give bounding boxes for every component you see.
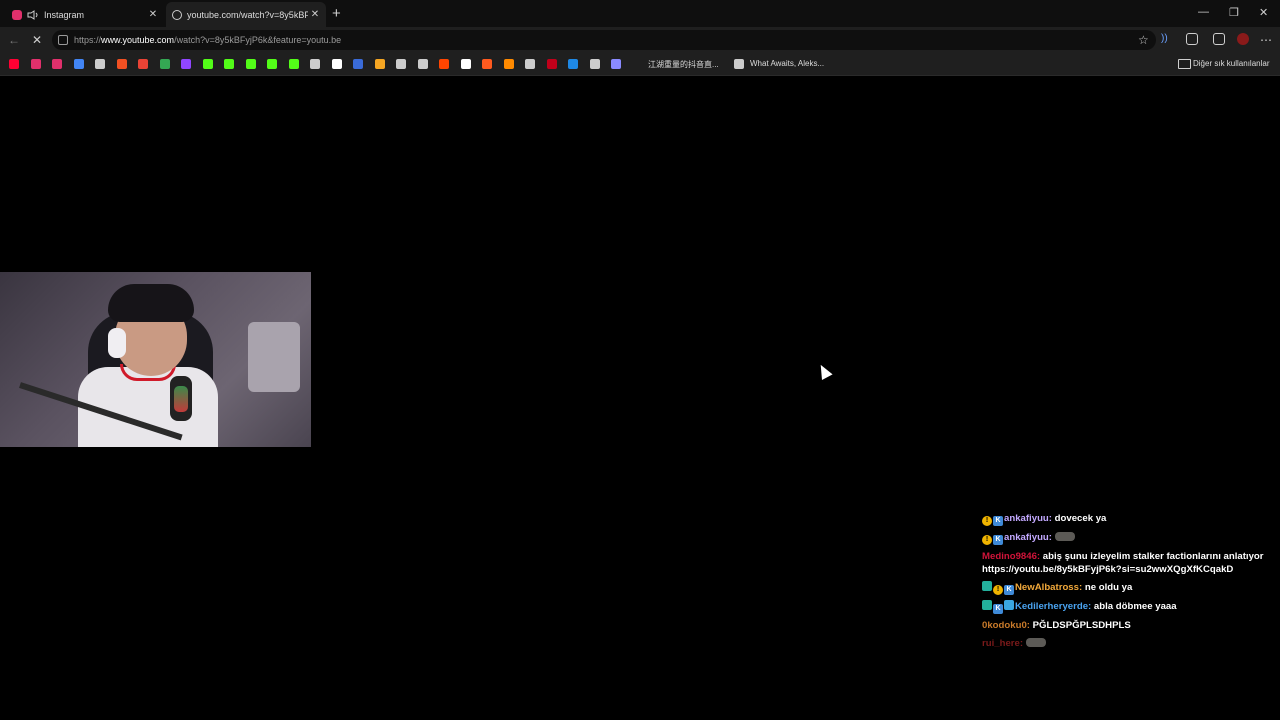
chat-message: 0kodoku0: PĞLDSPĞPLSDHPLS (982, 619, 1277, 632)
tab-title: Instagram (44, 9, 85, 20)
back-arrow-icon[interactable]: ← (8, 33, 20, 47)
loading-favicon-icon (172, 9, 182, 20)
chat-message: ! Kankafiyuu: dovecek ya (982, 512, 1277, 526)
chat-text: abla döbmee yaaa (1093, 601, 1177, 612)
bookmark-favicon-icon[interactable] (181, 59, 191, 69)
qr-badge-icon (982, 600, 992, 610)
favorite-star-icon[interactable]: ☆ (1138, 33, 1149, 47)
other-bookmarks[interactable]: Diğer sık kullanılanlar (1193, 59, 1269, 68)
mic-light (174, 386, 188, 412)
chat-username: 0kodoku0: (982, 620, 1033, 631)
chat-username: Medino9846: (982, 551, 1043, 562)
bookmark-favicon-icon[interactable] (331, 59, 342, 69)
chat-message: Medino9846: abiş şunu izleyelim stalker … (982, 550, 1277, 576)
close-tab-icon[interactable]: ✕ (146, 9, 160, 20)
url-path: /watch?v=8y5kBFyjP6k&feature=youtu.be (174, 35, 342, 45)
stop-loading-icon[interactable]: ✕ (32, 33, 42, 47)
profile-avatar[interactable] (1237, 33, 1249, 45)
restore-icon[interactable]: ❐ (1229, 6, 1239, 19)
chat-message: ! K NewAlbatross: ne oldu ya (982, 581, 1277, 595)
collections-icon[interactable] (1213, 33, 1225, 45)
chat-overlay: ! Kankafiyuu: dovecek ya! Kankafiyuu: Medi… (982, 512, 1277, 655)
bookmark-favicon-icon[interactable] (396, 59, 406, 69)
bookmark-favicon-icon[interactable] (310, 59, 320, 69)
tab-title: youtube.com/watch?v=8y5kBFyjP6k (187, 9, 308, 20)
bookmark-favicon-icon[interactable] (224, 59, 234, 69)
close-tab-icon[interactable]: ✕ (308, 9, 322, 20)
chat-message: ! Kankafiyuu: (982, 531, 1277, 545)
navigation-toolbar: ← ✕ https://www.youtube.com/watch?v=8y5k… (0, 27, 1280, 53)
chat-username: NewAlbatross: (1015, 582, 1085, 593)
chat-username: ankafiyuu: (1004, 513, 1055, 524)
tab-instagram[interactable]: Instagram ✕ (6, 2, 164, 27)
chat-message: K Kedilerheryerde: abla döbmee yaaa (982, 600, 1277, 614)
bookmark-favicon-icon[interactable] (460, 59, 471, 69)
bookmark-favicon-icon[interactable] (353, 59, 363, 69)
chat-text: PĞLDSPĞPLSDHPLS (1032, 620, 1131, 631)
bookmark-favicon-icon[interactable] (202, 59, 213, 69)
chat-message: rui_here: (982, 637, 1277, 650)
cube-badge-icon (1004, 600, 1014, 610)
bookmark-favicon-icon[interactable] (439, 59, 449, 69)
k-badge-icon: K (993, 516, 1003, 526)
address-bar[interactable]: https://www.youtube.com/watch?v=8y5kBFyj… (52, 30, 1156, 50)
tab-youtube[interactable]: youtube.com/watch?v=8y5kBFyjP6k ✕ (166, 2, 326, 27)
bookmark-favicon-icon[interactable] (374, 59, 385, 69)
k-badge-icon: K (993, 604, 1003, 614)
chat-username: Kedilerheryerde: (1015, 601, 1094, 612)
bookmark-favicon-icon[interactable] (288, 59, 299, 69)
bookmark-favicon-icon[interactable] (159, 59, 170, 69)
bookmark-favicon-icon[interactable] (525, 59, 535, 69)
chat-text: dovecek ya (1054, 513, 1107, 524)
streamer-hair (108, 284, 194, 322)
gold-badge-icon: ! (993, 585, 1003, 595)
qr-badge-icon (982, 581, 992, 591)
bookmark-favicon-icon[interactable] (611, 59, 621, 69)
gold-badge-icon: ! (982, 535, 992, 545)
k-badge-icon: K (993, 535, 1003, 545)
emote-icon (1054, 532, 1075, 541)
bookmark-favicon-icon[interactable] (30, 59, 41, 69)
bookmark-favicon-icon[interactable] (417, 59, 428, 69)
pillow (248, 322, 300, 392)
chat-username: rui_here: (982, 638, 1026, 649)
instagram-favicon-icon (12, 9, 22, 20)
read-aloud-icon[interactable]: )) (1161, 33, 1173, 45)
more-menu-icon[interactable]: ⋯ (1260, 33, 1272, 47)
url-prefix: https:// (74, 35, 102, 45)
webcam-overlay (0, 272, 311, 447)
bookmark-favicon-icon[interactable] (9, 59, 19, 69)
chat-username: ankafiyuu: (1004, 532, 1055, 543)
extensions-icon[interactable] (1186, 33, 1198, 45)
url-host: www.youtube.com (101, 35, 175, 45)
bookmark-what-awaits[interactable]: What Awaits, Aleks... (750, 59, 824, 68)
bookmark-favicon-icon[interactable] (589, 59, 600, 69)
steam-icon (734, 59, 744, 69)
bookmark-favicon-icon[interactable] (138, 59, 148, 69)
new-tab-icon[interactable]: + (332, 5, 341, 22)
tab-strip: Instagram ✕ youtube.com/watch?v=8y5kBFyj… (0, 0, 1280, 27)
gold-badge-icon: ! (982, 516, 992, 526)
site-info-icon[interactable] (58, 35, 68, 45)
k-badge-icon: K (1004, 585, 1014, 595)
bookmark-douyin[interactable]: 江湖重量的抖音直... (648, 59, 719, 70)
bookmark-favicon-icon[interactable] (482, 59, 492, 69)
bookmarks-bar: 江湖重量的抖音直... What Awaits, Aleks... Diğer … (0, 53, 1280, 76)
bookmark-favicon-icon[interactable] (546, 59, 557, 69)
close-window-icon[interactable]: ✕ (1259, 6, 1268, 19)
bookmark-favicon-icon[interactable] (267, 59, 277, 69)
chat-text: ne oldu ya (1084, 582, 1133, 593)
bookmark-favicon-icon[interactable] (245, 59, 256, 69)
bookmark-favicon-icon[interactable] (95, 59, 105, 69)
speaker-icon[interactable] (27, 9, 39, 20)
bookmark-favicon-icon[interactable] (568, 59, 578, 69)
bookmark-favicon-icon[interactable] (116, 59, 127, 69)
headset-icon (108, 328, 126, 358)
bookmark-favicon-icon[interactable] (73, 59, 84, 69)
bookmark-favicon-icon[interactable] (503, 59, 514, 69)
bookmark-favicon-icon[interactable] (52, 59, 62, 69)
minimize-icon[interactable]: — (1198, 6, 1209, 18)
emote-icon (1025, 638, 1046, 647)
folder-icon (1178, 59, 1191, 69)
